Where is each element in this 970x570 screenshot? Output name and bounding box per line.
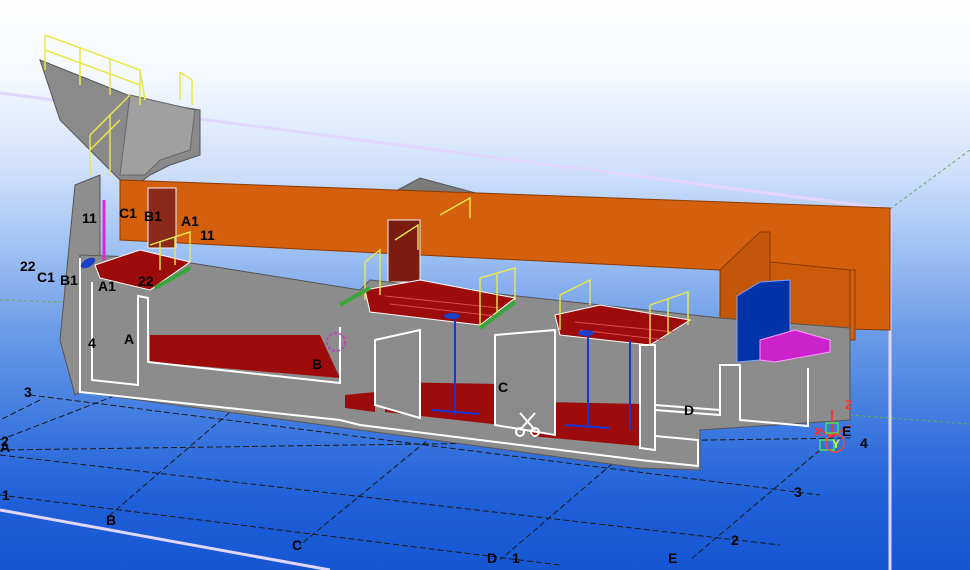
grid-label: C: [498, 379, 509, 395]
grid-label: A: [124, 331, 135, 347]
grid-label: 3: [794, 484, 802, 500]
grid-label: E: [842, 423, 852, 439]
blue-pipe-end: [444, 313, 460, 319]
grid-label: D: [487, 550, 498, 566]
doorway-center: [387, 219, 421, 283]
grid-label: 11: [82, 210, 97, 226]
axis-z-label: Z: [845, 398, 853, 412]
grid-label: 22: [20, 258, 36, 274]
grid-label: 1: [512, 550, 520, 566]
axis-x-label: X: [814, 425, 823, 439]
grid-label: 1: [2, 487, 10, 503]
grid-label: 4: [88, 335, 96, 351]
grid-label: 3: [24, 384, 32, 400]
grid-label: E: [668, 550, 678, 566]
axis-y-label: Y: [832, 437, 841, 451]
grid-label: C: [292, 537, 303, 553]
grid-label: B1: [60, 272, 78, 288]
grid-label: B: [106, 512, 117, 528]
model-viewport[interactable]: 11 11 22 22 C1 B1 A1 C1 B1 A1 4 A B C D …: [0, 0, 970, 570]
grid-label: A1: [181, 213, 199, 229]
grid-label: 22: [138, 273, 154, 289]
grid-label: D: [684, 402, 695, 418]
grid-label: B: [312, 356, 323, 372]
grid-label: C1: [37, 269, 55, 285]
grid-label: A: [0, 439, 11, 455]
grid-label: A1: [98, 278, 116, 294]
stair-steps: [119, 94, 196, 176]
green-gridline: [889, 149, 970, 210]
grid-label: C1: [119, 205, 137, 221]
green-gridline: [849, 414, 970, 425]
grid-label: 2: [731, 532, 739, 548]
grid-label: 11: [200, 227, 215, 243]
blue-pipe-end: [578, 330, 594, 336]
grid-label: B1: [144, 208, 162, 224]
grid-label: 4: [860, 435, 868, 451]
